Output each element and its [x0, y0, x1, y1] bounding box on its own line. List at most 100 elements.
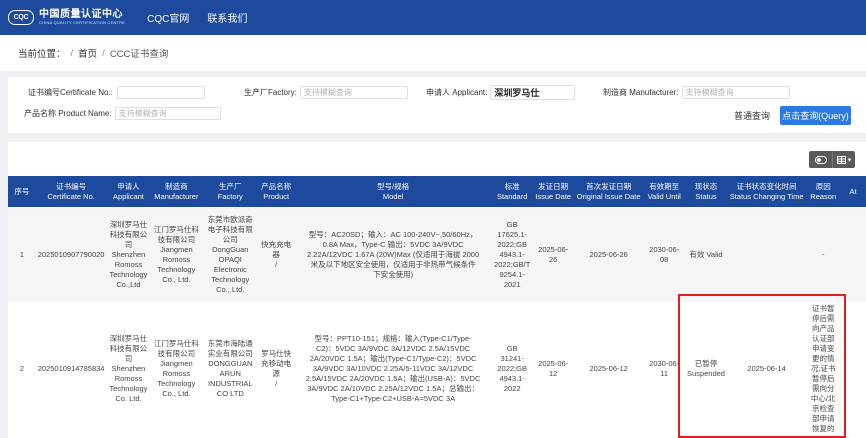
cqc-logo-mark: CQC [8, 10, 34, 25]
cell-line: 暂停后 [811, 374, 835, 383]
cell-line: 司 [124, 239, 133, 249]
col-model-header: 型号/规格 Model [294, 176, 493, 207]
header-text: 申请人 [117, 181, 140, 191]
manufacturer-input[interactable]: 支持模糊查询 [681, 86, 790, 99]
factory-input[interactable]: 支持模糊查询 [299, 86, 408, 99]
header-text: Manufacturer [154, 191, 199, 201]
nav-cqc-official-site[interactable]: CQC官网 [147, 10, 189, 25]
columns-grid-icon [836, 155, 846, 164]
cell-line: 江门罗马仕科 [153, 339, 199, 348]
header-text: Reason [810, 191, 837, 201]
col-factory-cell: 东莞市欧派奇 电子科技有限 公司 DongGuan OPAQI Electronic Tec… [202, 207, 259, 302]
cell-line: Suspended [687, 369, 725, 378]
applicant-input[interactable]: 深圳罗马仕 [490, 85, 576, 100]
product-name-label: 产品名称 Product Name: [24, 109, 112, 118]
factory-label: 生产厂Factory: [244, 88, 297, 97]
header-text: Standard [496, 191, 528, 201]
logo-english-name: CHINA QUALITY CERTIFICATION CENTRE [39, 20, 126, 25]
table-toolbar: ▾ [809, 151, 855, 168]
cell-line: Electronic [213, 264, 247, 274]
columns-button[interactable]: ▾ [832, 151, 855, 168]
cell-line: Romoss [162, 254, 191, 264]
col-status-changing-time-header: 证书状态变化时间 Status Changing Time [726, 176, 807, 207]
col-product-cell: 快充充电器 / [258, 207, 295, 302]
cell-line: Technology [157, 379, 196, 388]
cell-line: 电子科技有限 [207, 224, 253, 234]
header-text: 证书编号 [56, 181, 87, 191]
normal-query-button[interactable]: 普通查询 [731, 107, 773, 124]
cell-line: 型号：PPT10-151；规格：输入(Type-C1/Type- [314, 334, 472, 343]
cell-line: Shenzhen [111, 249, 146, 259]
table-header-row: 序号 证书编号 Certificate No. 申请人 Applicant 制造商 Manu… [8, 176, 866, 207]
factory-field: 生产厂Factory: 支持模糊查询 [244, 86, 408, 99]
nav-contact-us[interactable]: 联系我们 [207, 10, 247, 25]
cell-line: 2030-06- [649, 244, 680, 254]
cell-line: - [821, 249, 825, 259]
cell-line: 11 [660, 369, 669, 378]
cell-line: 深圳罗马仕 [109, 334, 148, 343]
cell-line: 科技有限公 [109, 344, 148, 353]
cell-line: 京检查 [811, 404, 835, 413]
col-applicant-cell: 深圳罗马仕 科技有限公司 Shenzhen Romoss Technology Co. L… [106, 302, 151, 436]
certificate-input[interactable] [116, 86, 205, 99]
certificate-field: 证书编号Certificate No.: [28, 86, 205, 99]
table-row[interactable]: 1 2025010907790020 深圳罗马仕 科技有限公司 Shenzhen Romo… [8, 207, 866, 302]
product-name-input[interactable]: 支持模糊查询 [114, 107, 221, 120]
col-reason-cell: 证书暂 停后需 向产品 认证部 申请变 更的情 况;证书 暂停后 需向分 中心/北 京检查 部申请 恢复… [806, 302, 841, 436]
cell-line: 2022;GB/T [494, 259, 531, 269]
col-original-issue-date-cell: 2025-06-12 [574, 302, 644, 436]
col-valid-until-header: 有效期至 Valid Until [643, 176, 686, 207]
cell-line: Co.,Ltd [116, 279, 141, 289]
cell-line: 已暂停 [694, 359, 718, 368]
cell-line: Co., Ltd. [162, 274, 191, 284]
col-manufacturer-cell: 江门罗马仕科 技有限公司 Jiangmen Romoss Technology Co., … [150, 302, 203, 436]
cell-line: 罗马仕快 [261, 349, 292, 358]
cell-line: 中心/北 [810, 394, 836, 403]
table-row[interactable]: 2 2025010914785834 深圳罗马仕 科技有限公司 Shenzhen Romo… [8, 302, 866, 436]
col-applicant-cell: 深圳罗马仕 科技有限公司 Shenzhen Romoss Technology Co.,L… [106, 207, 151, 302]
breadcrumb-home-link[interactable]: 首页 [78, 46, 97, 60]
col-factory-header: 生产厂 Factory [202, 176, 259, 207]
col-status-changing-time-cell [726, 207, 807, 302]
cell-line: Type-C1+Type-C2+USB-A=5VDC 3A [331, 394, 456, 403]
cell-line: 2022;GB [497, 239, 527, 249]
col-applicant-header: 申请人 Applicant [106, 176, 151, 207]
col-reason-cell: - [806, 207, 841, 302]
col-issue-date-cell: 2025-06-12 [532, 302, 575, 436]
header-text: 制造商 [165, 181, 188, 191]
cell-line: 向产品 [811, 324, 835, 333]
toggle-view-button[interactable] [809, 151, 832, 168]
cell-line: 2022;GB [497, 364, 527, 373]
header-text: Original Issue Date [576, 191, 641, 201]
col-status-changing-time-cell: 2025-06-14 [726, 302, 807, 436]
cell-line: C2)：5VDC 3A/9VDC 3A/12VDC 2.5A/15VDC [315, 344, 471, 353]
col-status-header: 现状态 Status [685, 176, 727, 207]
col-certificate-no-cell: 2025010914785834 [35, 302, 107, 436]
col-standard-cell: GB 17625.1- 2022;GB 4943.1- 2022;GB/T 9254.1-… [492, 207, 533, 302]
cell-line: DongGuan [212, 244, 249, 254]
header-text: Certificate No. [47, 191, 95, 201]
cell-line: 器 [272, 249, 280, 259]
cell-line: 东莞市欧派奇 [207, 214, 253, 224]
cell-line: 08 [660, 254, 669, 264]
cqc-logo[interactable]: CQC 中国质量认证中心 CHINA QUALITY CERTIFICATION… [8, 9, 125, 26]
cell-line: 31241- [500, 354, 524, 363]
col-original-issue-date-cell: 2025-06-26 [574, 207, 644, 302]
col-product-cell: 罗马仕快 充移动电源 / [258, 302, 295, 436]
cell-line: 停后需 [811, 314, 835, 323]
cell-line: 有效 Valid [689, 249, 723, 259]
certificate-label: 证书编号Certificate No.: [28, 88, 113, 97]
col-reason-header: 原因 Reason [806, 176, 841, 207]
cell-line: 技有限公司 [157, 349, 196, 358]
cell-line: 2.5A/15VDC 2A/20VDC 1.5A；输出(USB-A)：5VDC [305, 374, 481, 383]
cell-line: 下安全使用) [373, 269, 414, 279]
applicant-label: 申请人 Applicant: [426, 88, 488, 97]
cell-line: 17625.1- [497, 229, 527, 239]
cell-line: 9254.1- [499, 269, 525, 279]
cell-line: Romoss [114, 374, 143, 383]
applicant-field: 申请人 Applicant: 深圳罗马仕 [426, 85, 576, 100]
header-text: 标准 [504, 181, 520, 191]
cell-line: GB [506, 219, 518, 229]
query-button[interactable]: 点击查询(Query) [780, 106, 851, 125]
cell-line: 部申请 [811, 414, 835, 423]
